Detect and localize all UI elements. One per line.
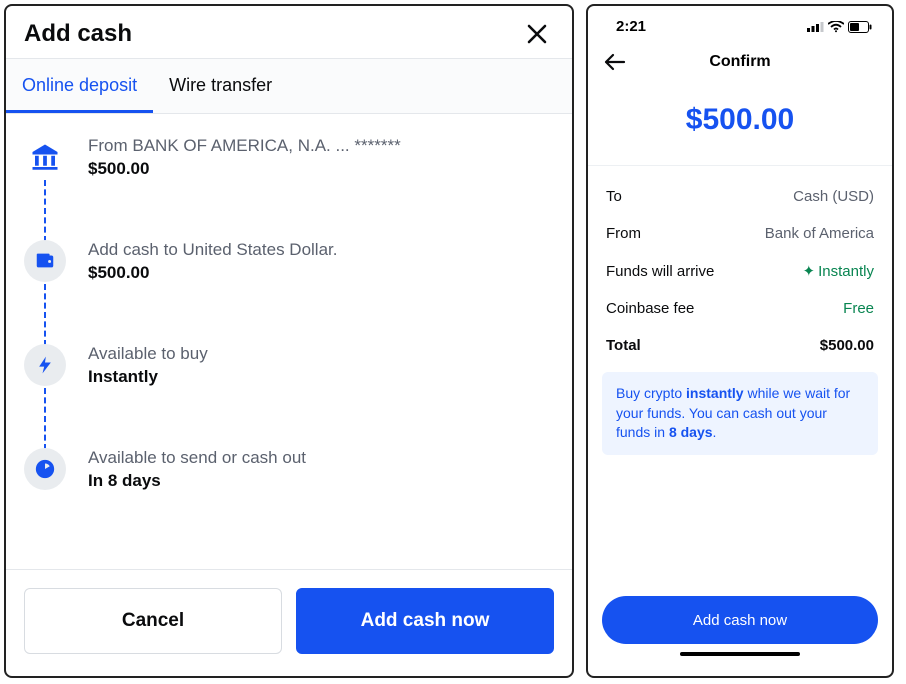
step-connector [44,180,46,242]
wifi-icon [828,21,844,33]
battery-icon [848,21,872,33]
steps-list: From BANK OF AMERICA, N.A. ... ******* $… [6,114,572,569]
confirm-amount: $500.00 [588,75,892,165]
step-label: From BANK OF AMERICA, N.A. ... ******* [88,136,401,156]
row-key: Coinbase fee [606,300,694,317]
confirm-screen: 2:21 Confirm $500.00 To Cash (USD) From … [586,4,894,678]
step-connector [44,388,46,450]
modal-footer: Cancel Add cash now [6,569,572,676]
wallet-icon [24,240,66,282]
details-list: To Cash (USD) From Bank of America Funds… [588,165,892,364]
info-banner: Buy crypto instantly while we wait for y… [602,372,878,455]
cancel-button[interactable]: Cancel [24,588,282,654]
modal-header: Add cash [6,6,572,58]
row-funds-arrive: Funds will arrive ✦Instantly [606,252,874,290]
clock-icon [24,448,66,490]
row-to: To Cash (USD) [606,178,874,215]
row-value: Free [843,300,874,317]
modal-title: Add cash [24,20,132,48]
deposit-method-tabs: Online deposit Wire transfer [6,58,572,114]
add-cash-now-button[interactable]: Add cash now [296,588,554,654]
bolt-icon [24,344,66,386]
step-available-to-cashout: Available to send or cash out In 8 days [24,448,550,518]
close-icon[interactable] [522,23,552,45]
row-key: Funds will arrive [606,263,714,280]
row-key: From [606,225,641,242]
tab-online-deposit[interactable]: Online deposit [6,59,153,113]
phone-footer: Add cash now [588,596,892,676]
step-destination-currency: Add cash to United States Dollar. $500.0… [24,240,550,344]
row-total: Total $500.00 [606,327,874,364]
bolt-icon: ✦ [803,263,816,280]
status-time: 2:21 [616,18,646,35]
row-value: Bank of America [765,225,874,242]
status-bar: 2:21 [588,6,892,39]
page-title: Confirm [588,53,892,71]
home-indicator [680,652,800,656]
add-cash-now-button[interactable]: Add cash now [602,596,878,644]
step-value: Instantly [88,367,208,387]
tab-wire-transfer[interactable]: Wire transfer [153,59,288,113]
add-cash-modal: Add cash Online deposit Wire transfer Fr… [4,4,574,678]
step-label: Add cash to United States Dollar. [88,240,337,260]
step-value: $500.00 [88,263,337,283]
row-from: From Bank of America [606,215,874,252]
row-value: Cash (USD) [793,188,874,205]
row-value: ✦Instantly [803,262,874,280]
bank-icon [24,136,66,178]
row-key: Total [606,337,641,354]
step-source-bank: From BANK OF AMERICA, N.A. ... ******* $… [24,136,550,240]
step-value: In 8 days [88,471,306,491]
status-icons [807,21,872,33]
step-available-to-buy: Available to buy Instantly [24,344,550,448]
cellular-icon [807,21,824,32]
back-arrow-icon[interactable] [604,53,626,71]
step-connector [44,284,46,346]
step-label: Available to buy [88,344,208,364]
row-fee: Coinbase fee Free [606,290,874,327]
step-value: $500.00 [88,159,401,179]
phone-header: Confirm [588,39,892,75]
row-key: To [606,188,622,205]
step-label: Available to send or cash out [88,448,306,468]
row-value: $500.00 [820,337,874,354]
